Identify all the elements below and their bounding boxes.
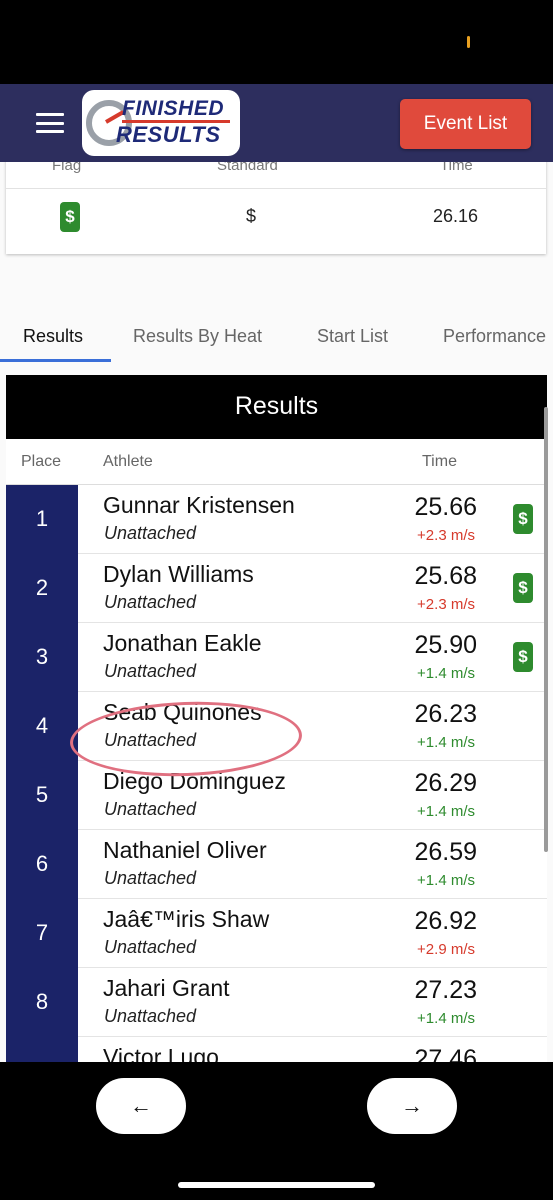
status-bar: [0, 0, 553, 84]
summary-header-standard: Standard: [217, 162, 278, 174]
summary-flag: $: [60, 200, 80, 232]
place-cell: 5: [6, 761, 78, 830]
athlete-team: Unattached: [104, 523, 197, 543]
main-content: Flag Standard Time $ $ 26.16 Results Res…: [0, 162, 553, 1062]
arrow-left-icon: ←: [130, 1093, 152, 1118]
scrollbar[interactable]: [544, 407, 548, 852]
result-time: 26.23: [414, 700, 477, 728]
active-tab-indicator: [0, 359, 111, 362]
results-title: Results: [6, 375, 547, 439]
tab-results[interactable]: Results: [23, 320, 83, 352]
place-cell: 8: [6, 968, 78, 1037]
summary-time: 26.16: [433, 206, 479, 226]
tab-results-by-heat[interactable]: Results By Heat: [133, 320, 262, 352]
logo-text-results: RESULTS: [116, 122, 221, 147]
column-header-time: Time: [422, 453, 457, 470]
athlete-team: Unattached: [104, 1006, 197, 1026]
dollar-icon: $: [513, 642, 533, 672]
wind-reading: +2.9 m/s: [417, 941, 475, 958]
menu-icon[interactable]: [36, 113, 64, 133]
wind-reading: +2.3 m/s: [417, 596, 475, 613]
result-row[interactable]: 7 Jaâ€™iris Shaw Unattached 26.92 +2.9 m/s: [6, 899, 547, 968]
result-row[interactable]: 8 Jahari Grant Unattached 27.23 +1.4 m/s: [6, 968, 547, 1037]
app-bar: FINISHED RESULTS Event List: [0, 84, 553, 162]
home-indicator[interactable]: [178, 1182, 375, 1188]
result-time: 26.59: [414, 838, 477, 866]
result-time: 27.46: [414, 1045, 477, 1062]
tab-start-list[interactable]: Start List: [317, 320, 388, 352]
athlete-name[interactable]: Jonathan Eakle: [103, 630, 262, 657]
dollar-icon: $: [513, 504, 533, 534]
wind-reading: +1.4 m/s: [417, 665, 475, 682]
finished-results-logo[interactable]: FINISHED RESULTS: [82, 90, 240, 156]
athlete-team: Unattached: [104, 799, 197, 819]
summary-header-time: Time: [440, 162, 473, 174]
place-cell: 4: [6, 692, 78, 761]
place-cell: 3: [6, 623, 78, 692]
place-cell: 9: [6, 1037, 78, 1062]
tab-performance[interactable]: Performance: [443, 320, 546, 352]
wind-reading: +2.3 m/s: [417, 527, 475, 544]
result-row[interactable]: 1 Gunnar Kristensen Unattached 25.66 +2.3 m/…: [6, 485, 547, 554]
athlete-name[interactable]: Dylan Williams: [103, 561, 254, 588]
result-time: 25.66: [414, 493, 477, 521]
dollar-icon: $: [513, 573, 533, 603]
athlete-team: Unattached: [104, 592, 197, 612]
result-time: 25.68: [414, 562, 477, 590]
result-time: 25.90: [414, 631, 477, 659]
athlete-name[interactable]: Nathaniel Oliver: [103, 837, 267, 864]
wind-reading: +1.4 m/s: [417, 1010, 475, 1027]
dollar-badge[interactable]: $: [513, 573, 533, 603]
athlete-team: Unattached: [104, 937, 197, 957]
summary-card: Flag Standard Time $ $ 26.16: [6, 162, 546, 254]
result-row[interactable]: 2 Dylan Williams Unattached 25.68 +2.3 m/s $: [6, 554, 547, 623]
result-time: 26.29: [414, 769, 477, 797]
result-row[interactable]: 3 Jonathan Eakle Unattached 25.90 +1.4 m/s $: [6, 623, 547, 692]
result-row[interactable]: 9Victor LugoUnattached27.46: [6, 1037, 547, 1062]
place-cell: 2: [6, 554, 78, 623]
summary-standard: $: [246, 206, 257, 226]
place-cell: 7: [6, 899, 78, 968]
arrow-right-icon: →: [401, 1093, 423, 1118]
summary-header-flag: Flag: [52, 162, 82, 174]
athlete-name[interactable]: Victor Lugo: [103, 1044, 219, 1062]
result-row[interactable]: 5 Diego Dominguez Unattached 26.29 +1.4 m/s: [6, 761, 547, 830]
status-indicator-icon: [467, 36, 470, 48]
column-header-place: Place: [21, 453, 62, 470]
bottom-nav-bar: ← →: [0, 1062, 553, 1200]
result-time: 26.92: [414, 907, 477, 935]
athlete-name[interactable]: Jaâ€™iris Shaw: [103, 906, 269, 933]
logo-text-finished: FINISHED: [122, 97, 225, 120]
athlete-name[interactable]: Jahari Grant: [103, 975, 230, 1002]
result-time: 27.23: [414, 976, 477, 1004]
wind-reading: +1.4 m/s: [417, 734, 475, 751]
place-cell: 1: [6, 485, 78, 554]
dollar-badge[interactable]: $: [513, 642, 533, 672]
dollar-icon: $: [60, 202, 80, 232]
forward-button[interactable]: →: [367, 1078, 457, 1134]
results-tabs: Results Results By Heat Start List Perfo…: [0, 320, 553, 362]
athlete-team: Unattached: [104, 868, 197, 888]
column-header-athlete: Athlete: [103, 453, 153, 470]
event-list-button[interactable]: Event List: [400, 99, 531, 149]
wind-reading: +1.4 m/s: [417, 803, 475, 820]
athlete-team: Unattached: [104, 661, 197, 681]
dollar-badge[interactable]: $: [513, 504, 533, 534]
place-cell: 6: [6, 830, 78, 899]
back-button[interactable]: ←: [96, 1078, 186, 1134]
athlete-name[interactable]: Gunnar Kristensen: [103, 492, 295, 519]
result-row[interactable]: 6 Nathaniel Oliver Unattached 26.59 +1.4 m/s: [6, 830, 547, 899]
wind-reading: +1.4 m/s: [417, 872, 475, 889]
